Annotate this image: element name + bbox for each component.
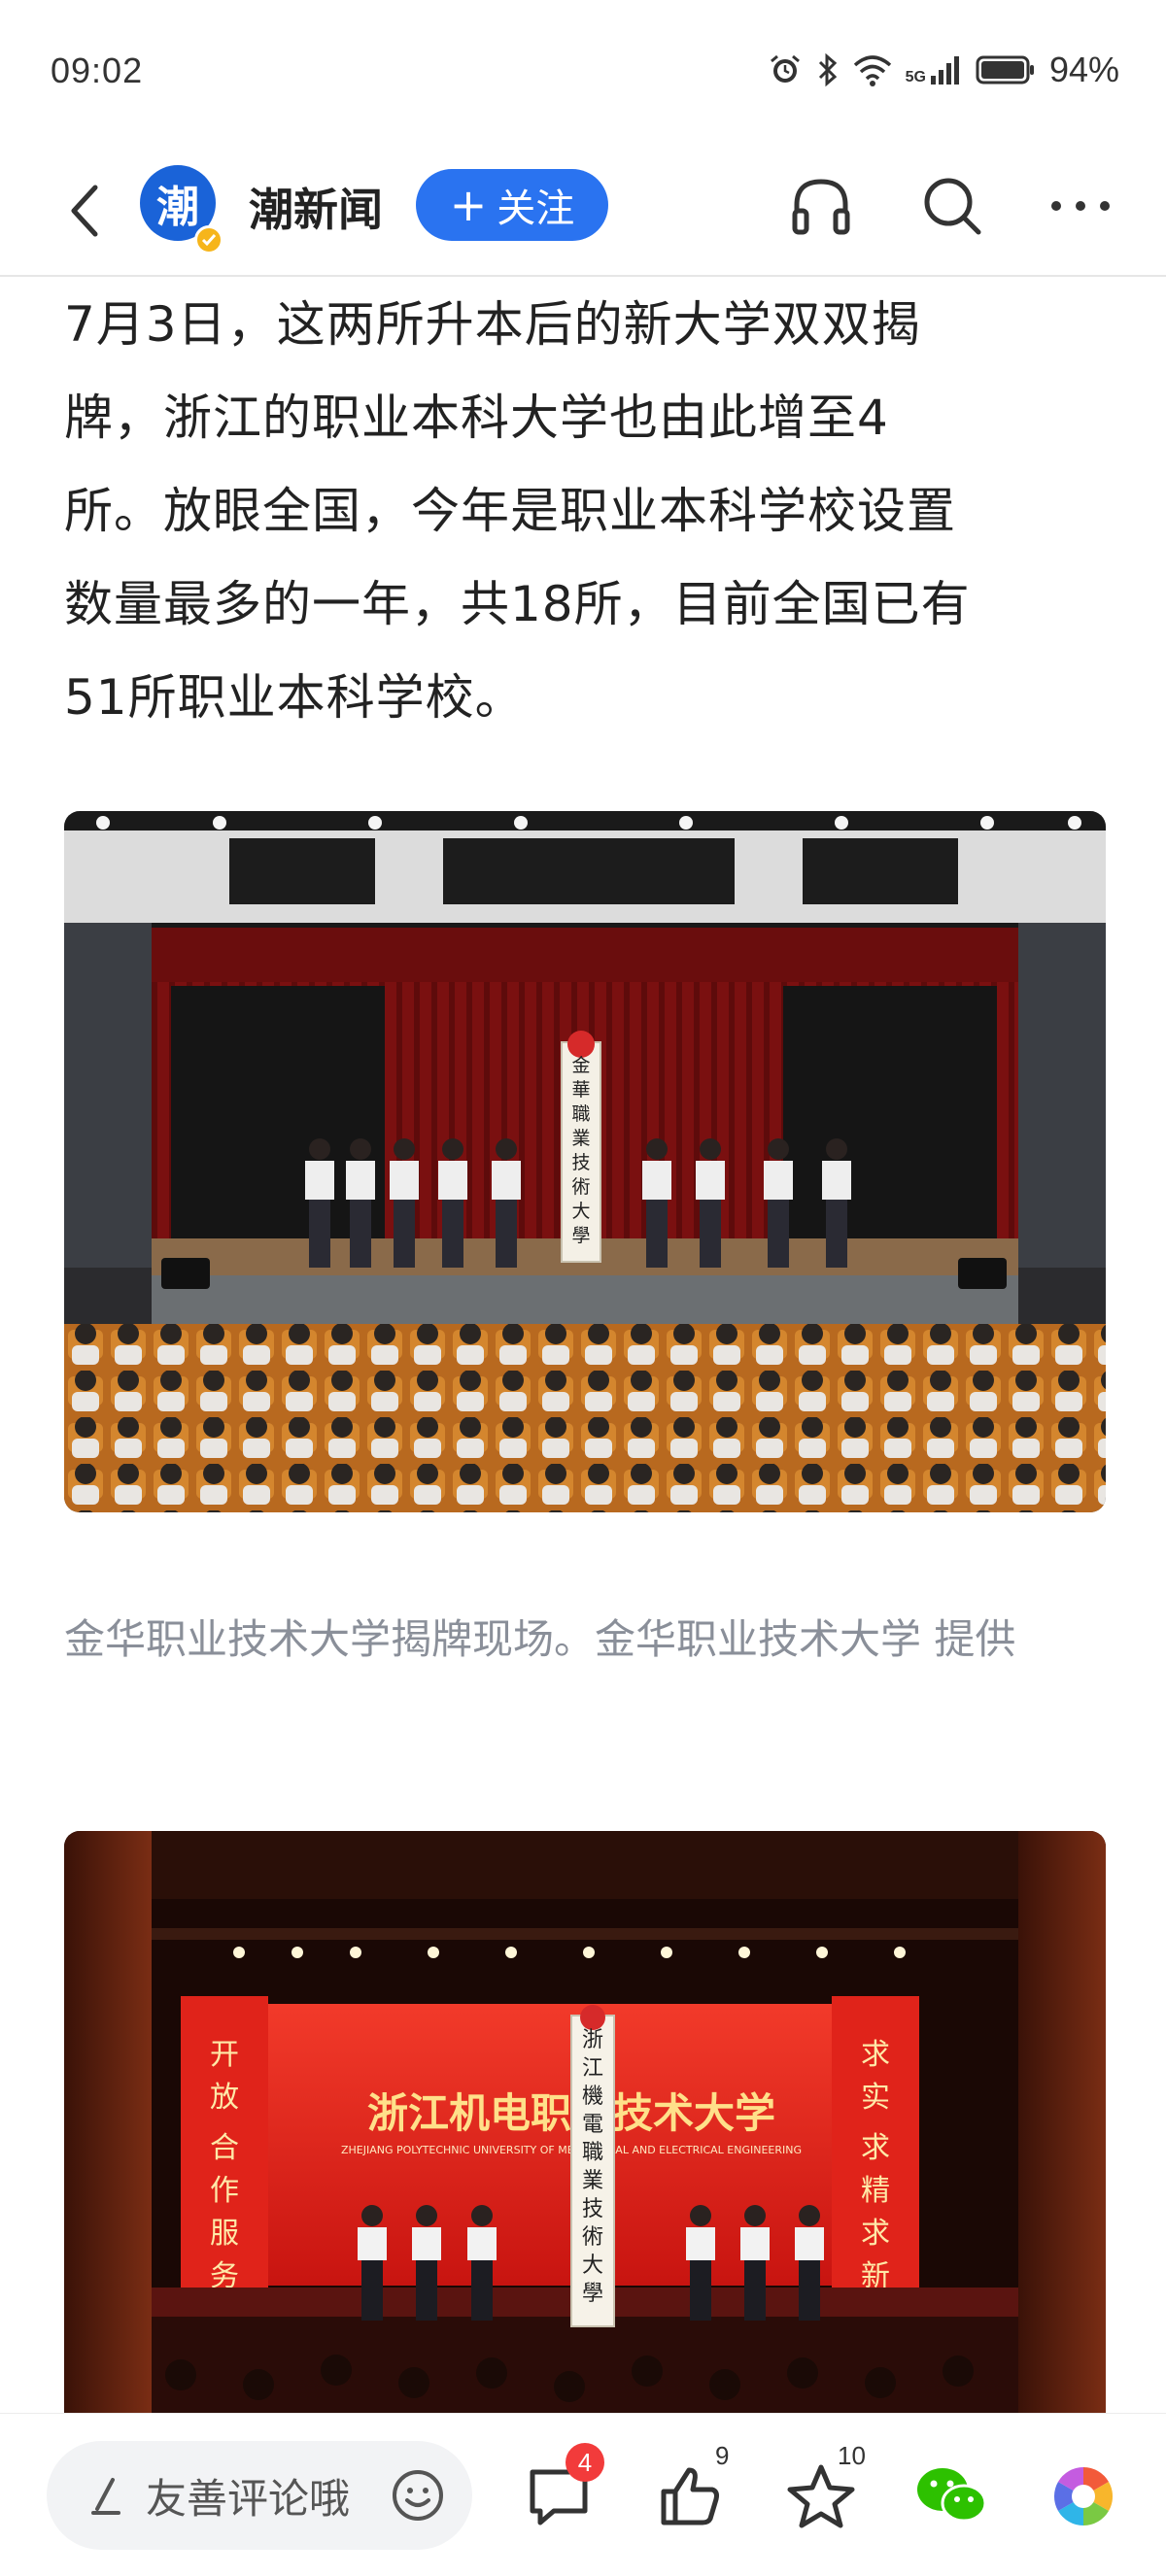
network-type: 5G [905, 69, 926, 85]
article-photo-1[interactable]: 金華職業技術大學 [64, 811, 1106, 1512]
vertical-char: 放 [210, 2081, 239, 2115]
alarm-icon [770, 54, 800, 83]
favorite-count: 10 [838, 2441, 866, 2470]
vertical-char: 大 [582, 2254, 603, 2278]
signal-icon [930, 56, 959, 85]
vertical-char: 金 [571, 1055, 590, 1076]
article-paragraph: 7月3日，这两所升本后的新大学双双揭 牌，浙江的职业本科大学也由此增至4 所。放… [64, 278, 1114, 744]
vertical-char: 求 [861, 2038, 890, 2072]
vertical-char: 電 [582, 2113, 603, 2137]
headphones-icon [792, 179, 850, 235]
pen-icon [91, 2478, 120, 2515]
status-time: 09:02 [51, 51, 144, 90]
follow-plus-icon: + [449, 179, 488, 231]
vertical-char: 技 [571, 1152, 590, 1173]
follow-button[interactable]: + 关注 [416, 169, 608, 241]
share-wechat-button[interactable] [909, 2453, 996, 2540]
like-count: 9 [715, 2441, 730, 2470]
avatar-char: 潮 [156, 183, 199, 232]
wifi-icon [853, 55, 891, 86]
comment-input[interactable]: 友善评论哦 [47, 2441, 472, 2550]
back-button[interactable] [60, 177, 109, 245]
battery-percent: 94% [1048, 50, 1119, 89]
thumbs-up-icon [661, 2467, 719, 2525]
channel-name[interactable]: 潮新闻 [249, 175, 383, 239]
vertical-char: 術 [571, 1176, 590, 1198]
bottom-action-bar: 友善评论哦 4 9 10 [0, 2413, 1166, 2576]
vertical-char: 求 [861, 2131, 890, 2165]
app-header: 潮 潮新闻 + 关注 [0, 146, 1166, 277]
ceremony-photo-jinhua: 金華職業技術大學 [64, 811, 1106, 1512]
article-line: 牌，浙江的职业本科大学也由此增至4 [64, 390, 889, 446]
vertical-char: 实 [861, 2081, 890, 2115]
share-moments-button[interactable] [1040, 2453, 1127, 2540]
vertical-char: 开 [210, 2038, 239, 2072]
wechat-icon [917, 2468, 987, 2523]
status-bar: 09:02 5G 94% [0, 0, 1166, 146]
star-icon [787, 2464, 855, 2528]
article-line: 7月3日，这两所升本后的新大学双双揭 [64, 296, 921, 353]
vertical-char: 技 [582, 2197, 603, 2221]
vertical-char: 學 [571, 1225, 590, 1246]
check-icon [201, 234, 217, 247]
moments-icon [1053, 2467, 1114, 2525]
back-arrow-icon [71, 185, 98, 237]
photo-caption-1: 金华职业技术大学揭牌现场。金华职业技术大学 提供 [64, 1615, 1016, 1663]
plaque-jinhua: 金華職業技術大學 [561, 1031, 601, 1263]
search-icon [924, 178, 981, 235]
emoji-icon[interactable] [391, 2468, 445, 2523]
search-button[interactable] [913, 167, 991, 245]
vertical-char: 機 [582, 2085, 603, 2109]
battery-icon [976, 55, 1034, 85]
plaque-zhejiang: 浙江機電職業技術大學 [570, 2005, 615, 2327]
vertical-char: 浙 [582, 2028, 603, 2052]
article-line: 数量最多的一年，共18所，目前全国已有 [64, 576, 971, 632]
ceremony-photo-zhejiang: 开放合作服务 求实求精求新 浙江机电职业技术大学 ZHEJIANG POLYTE… [64, 1831, 1106, 2414]
vertical-char: 服 [210, 2217, 239, 2251]
vertical-char: 業 [582, 2169, 603, 2193]
more-icon [1051, 201, 1110, 211]
vertical-char: 職 [571, 1103, 590, 1125]
vertical-char: 求 [861, 2217, 890, 2251]
article-photo-2[interactable]: 开放合作服务 求实求精求新 浙江机电职业技术大学 ZHEJIANG POLYTE… [64, 1831, 1106, 2414]
vertical-char: 合 [210, 2131, 239, 2165]
status-icons: 5G 94% [768, 49, 1119, 91]
vertical-char: 大 [571, 1201, 590, 1222]
vertical-char: 職 [582, 2141, 603, 2165]
follow-label: 关注 [497, 186, 575, 231]
cellular-signal: 5G [906, 54, 962, 85]
comment-placeholder: 友善评论哦 [146, 2474, 351, 2523]
vertical-char: 華 [571, 1079, 590, 1101]
verified-badge [194, 225, 223, 254]
bluetooth-icon [818, 52, 837, 87]
vertical-char: 業 [571, 1128, 590, 1149]
comment-count-badge: 4 [566, 2443, 604, 2482]
article-line: 51所职业本科学校。 [64, 669, 525, 726]
more-button[interactable] [1042, 167, 1119, 245]
audio-button[interactable] [782, 167, 860, 245]
vertical-char: 江 [582, 2056, 603, 2081]
vertical-char: 精 [861, 2174, 890, 2208]
article-line: 所。放眼全国，今年是职业本科学校设置 [64, 483, 956, 539]
vertical-char: 學 [582, 2282, 603, 2306]
vertical-char: 作 [210, 2174, 239, 2208]
vertical-char: 術 [582, 2225, 603, 2250]
